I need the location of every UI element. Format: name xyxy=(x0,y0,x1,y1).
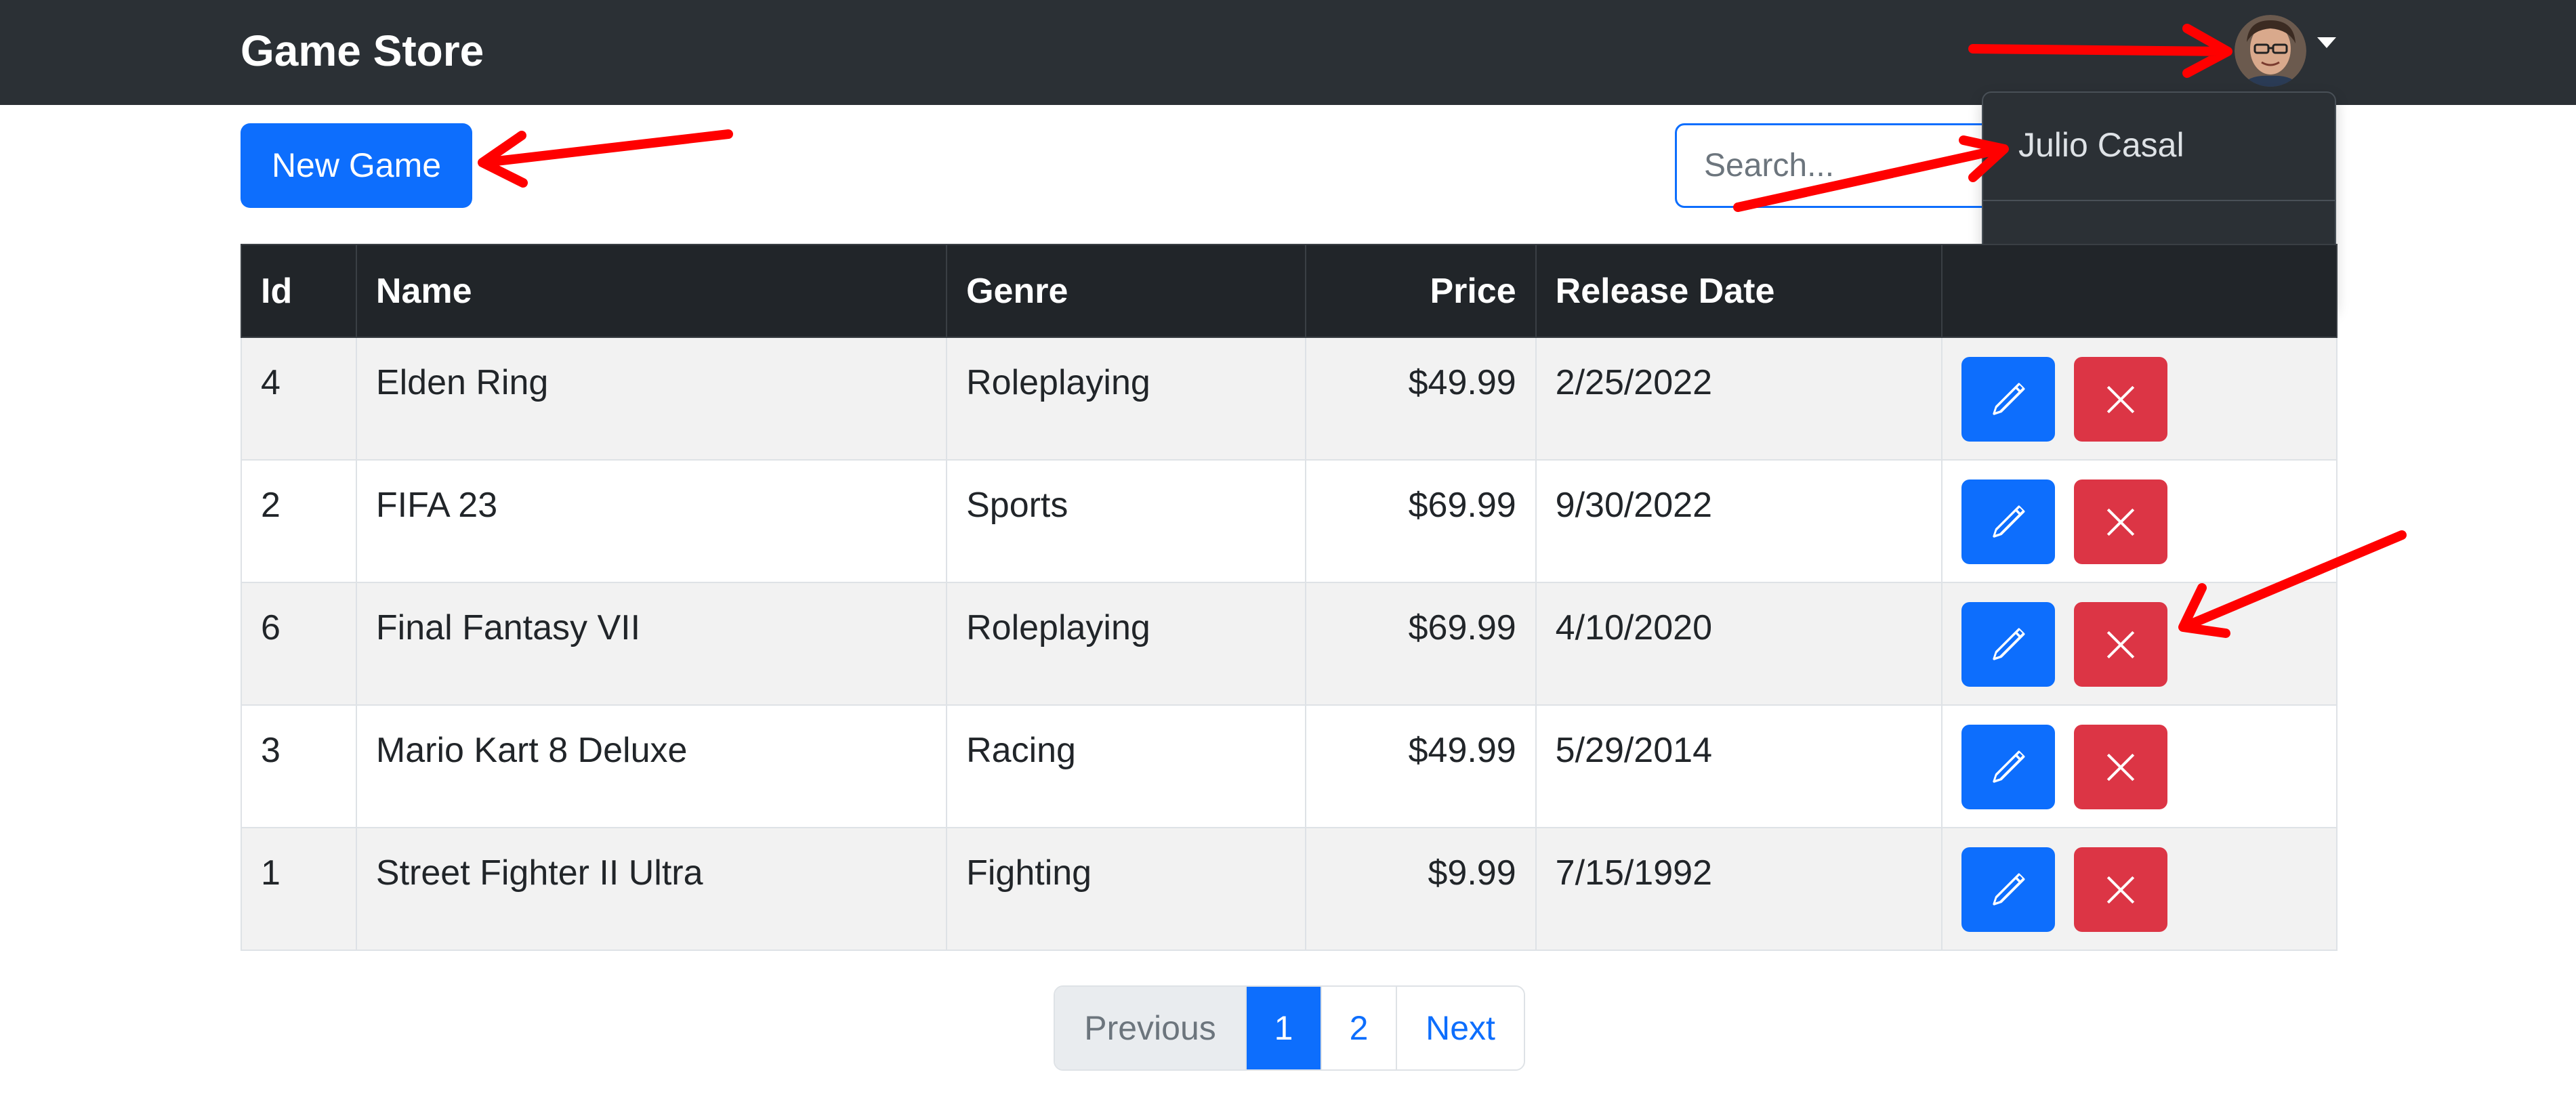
dropdown-divider xyxy=(1983,200,2335,201)
header-price: Price xyxy=(1304,244,1537,338)
cell-price: $9.99 xyxy=(1304,827,1537,951)
pagination: Previous 1 2 Next xyxy=(1054,985,1525,1071)
cell-id: 3 xyxy=(241,704,357,828)
edit-button[interactable] xyxy=(1961,480,2056,564)
cell-id: 6 xyxy=(241,582,357,706)
table-row: 6 Final Fantasy VII Roleplaying $69.99 4… xyxy=(241,582,2338,706)
header-release-date: Release Date xyxy=(1535,244,1943,338)
header-name: Name xyxy=(355,244,948,338)
cell-actions xyxy=(1941,459,2338,583)
pencil-icon xyxy=(1993,383,2025,415)
cell-name: Elden Ring xyxy=(355,337,948,461)
header-id: Id xyxy=(241,244,357,338)
caret-down-icon[interactable] xyxy=(2317,37,2336,48)
dropdown-item-user-name[interactable]: Julio Casal xyxy=(1983,108,2335,182)
cell-genre: Roleplaying xyxy=(946,582,1306,706)
cell-id: 1 xyxy=(241,827,357,951)
x-icon xyxy=(2107,753,2135,781)
cell-release-date: 4/10/2020 xyxy=(1535,582,1943,706)
navbar: Game Store xyxy=(0,0,2576,105)
table-header: Id Name Genre Price Release Date xyxy=(241,244,2338,338)
cell-actions xyxy=(1941,704,2338,828)
arrow-to-new-game xyxy=(478,129,733,188)
delete-button[interactable] xyxy=(2074,725,2168,809)
pagination-previous[interactable]: Previous xyxy=(1055,987,1245,1069)
delete-button[interactable] xyxy=(2074,357,2168,442)
edit-button[interactable] xyxy=(1961,725,2056,809)
edit-button[interactable] xyxy=(1961,602,2056,687)
cell-id: 4 xyxy=(241,337,357,461)
cell-genre: Fighting xyxy=(946,827,1306,951)
avatar-image xyxy=(2235,15,2306,87)
table-body: 4 Elden Ring Roleplaying $49.99 2/25/202… xyxy=(241,337,2338,951)
cell-price: $69.99 xyxy=(1304,459,1537,583)
table-row: 2 FIFA 23 Sports $69.99 9/30/2022 xyxy=(241,459,2338,583)
cell-price: $69.99 xyxy=(1304,582,1537,706)
cell-name: Mario Kart 8 Deluxe xyxy=(355,704,948,828)
cell-release-date: 9/30/2022 xyxy=(1535,459,1943,583)
table-row: 4 Elden Ring Roleplaying $49.99 2/25/202… xyxy=(241,337,2338,461)
cell-name: Street Fighter II Ultra xyxy=(355,827,948,951)
pagination-page-2[interactable]: 2 xyxy=(1321,987,1396,1069)
cell-genre: Sports xyxy=(946,459,1306,583)
cell-actions xyxy=(1941,337,2338,461)
x-icon xyxy=(2107,385,2135,413)
cell-name: Final Fantasy VII xyxy=(355,582,948,706)
pencil-icon xyxy=(1993,505,2025,538)
pagination-next[interactable]: Next xyxy=(1396,987,1524,1069)
cell-release-date: 5/29/2014 xyxy=(1535,704,1943,828)
delete-button[interactable] xyxy=(2074,602,2168,687)
cell-actions xyxy=(1941,582,2338,706)
cell-release-date: 2/25/2022 xyxy=(1535,337,1943,461)
header-genre: Genre xyxy=(946,244,1306,338)
x-icon xyxy=(2107,631,2135,658)
cell-name: FIFA 23 xyxy=(355,459,948,583)
pencil-icon xyxy=(1993,628,2025,660)
new-game-button[interactable]: New Game xyxy=(241,123,472,208)
delete-button[interactable] xyxy=(2074,847,2168,932)
user-avatar[interactable] xyxy=(2235,15,2306,87)
cell-id: 2 xyxy=(241,459,357,583)
pencil-icon xyxy=(1993,873,2025,905)
delete-button[interactable] xyxy=(2074,480,2168,564)
pencil-icon xyxy=(1993,750,2025,783)
app-root: Game Store New Game Julio Casal Log out xyxy=(0,0,2576,1108)
cell-price: $49.99 xyxy=(1304,704,1537,828)
table-row: 3 Mario Kart 8 Deluxe Racing $49.99 5/29… xyxy=(241,704,2338,828)
brand-title[interactable]: Game Store xyxy=(241,20,484,81)
cell-genre: Roleplaying xyxy=(946,337,1306,461)
cell-release-date: 7/15/1992 xyxy=(1535,827,1943,951)
cell-actions xyxy=(1941,827,2338,951)
cell-price: $49.99 xyxy=(1304,337,1537,461)
edit-button[interactable] xyxy=(1961,357,2056,442)
table-row: 1 Street Fighter II Ultra Fighting $9.99… xyxy=(241,827,2338,951)
header-actions xyxy=(1941,244,2338,338)
cell-genre: Racing xyxy=(946,704,1306,828)
games-table: Id Name Genre Price Release Date 4 Elden… xyxy=(241,244,2338,951)
x-icon xyxy=(2107,508,2135,536)
edit-button[interactable] xyxy=(1961,847,2056,932)
x-icon xyxy=(2107,876,2135,903)
pagination-page-1[interactable]: 1 xyxy=(1245,987,1321,1069)
